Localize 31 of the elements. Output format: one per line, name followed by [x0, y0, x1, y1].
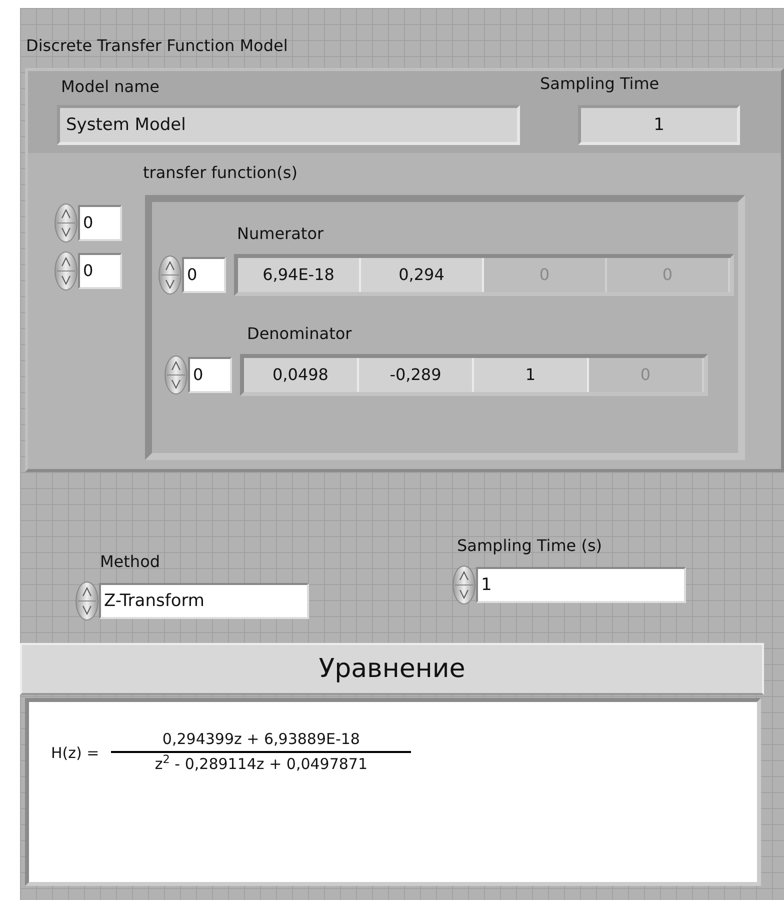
- spin-button[interactable]: [452, 565, 476, 605]
- spin-button[interactable]: [75, 581, 99, 621]
- index-field[interactable]: 0: [78, 205, 122, 241]
- array-cell: 0,294: [361, 258, 484, 292]
- spin-button[interactable]: [164, 355, 188, 395]
- sampling-time-field[interactable]: 1: [476, 567, 686, 603]
- method-field[interactable]: Z-Transform: [99, 583, 309, 619]
- array-label: Denominator: [247, 323, 352, 345]
- field-label: Method: [100, 551, 160, 573]
- equation-numerator: 0,294399z + 6,93889E-18: [162, 729, 360, 750]
- array-cell: 1: [474, 358, 589, 392]
- spin-button[interactable]: [54, 203, 78, 243]
- array-label: transfer function(s): [143, 162, 298, 184]
- array-cell: -0,289: [359, 358, 474, 392]
- field-label: Sampling Time: [540, 73, 660, 95]
- equation-denominator: z$^{2}$ - 0,289114z + 0,0497871: [154, 752, 368, 774]
- spin-button[interactable]: [54, 251, 78, 291]
- model-name-field: System Model: [57, 105, 520, 145]
- spin-button[interactable]: [158, 255, 182, 295]
- array-label: Numerator: [237, 223, 324, 245]
- section-header: Уравнение: [20, 643, 764, 695]
- cluster-title: Discrete Transfer Function Model: [26, 35, 288, 57]
- index-field[interactable]: 0: [182, 257, 226, 293]
- index-field[interactable]: 0: [78, 253, 122, 289]
- sampling-time-field: 1: [578, 105, 740, 145]
- array-cell: 6,94E-18: [238, 258, 361, 292]
- equation-lhs: H(z) =: [51, 743, 100, 764]
- field-label: Model name: [61, 76, 160, 98]
- field-label: Sampling Time (s): [457, 535, 602, 557]
- index-field[interactable]: 0: [188, 357, 232, 393]
- array-cell: 0,0498: [244, 358, 359, 392]
